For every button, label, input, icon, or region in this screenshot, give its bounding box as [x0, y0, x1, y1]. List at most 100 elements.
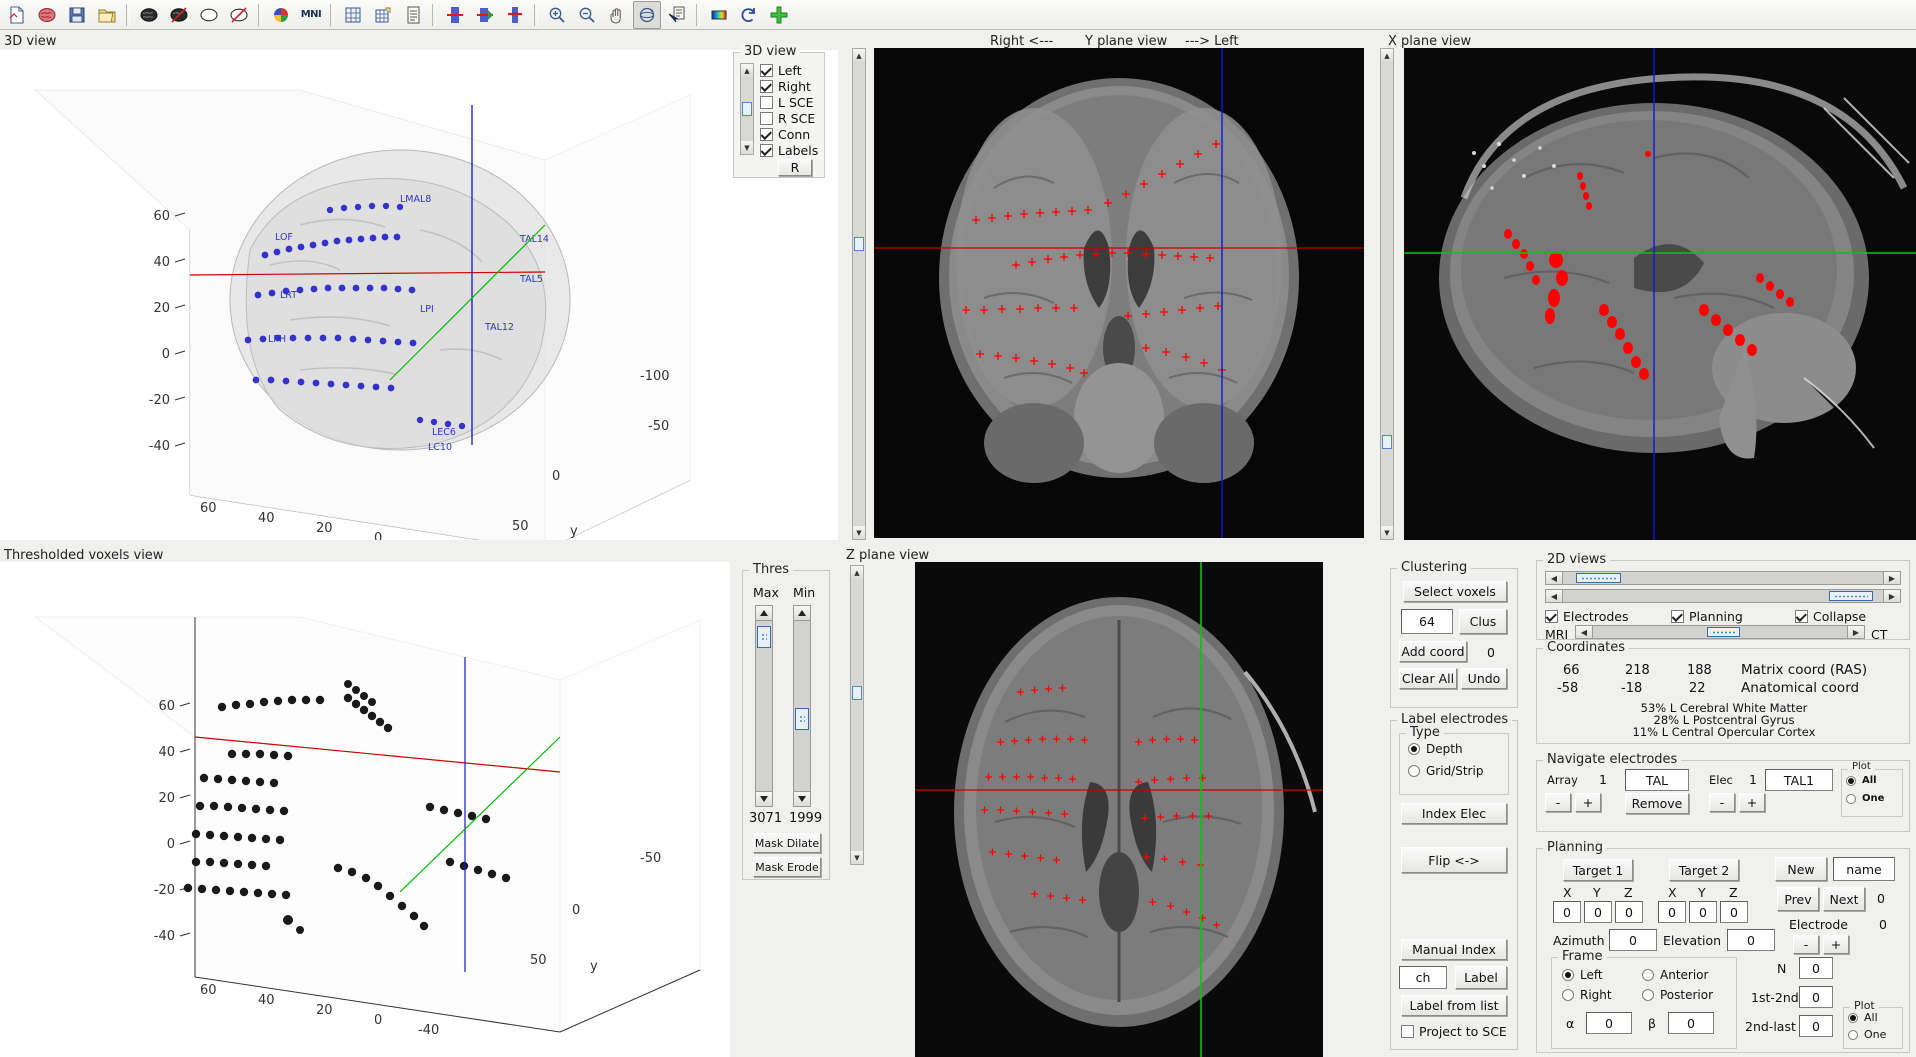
project-to-sce-checkbox[interactable]: Project to SCE [1401, 1024, 1507, 1039]
array-plus-button[interactable]: + [1575, 793, 1601, 812]
min-slider-up-arrow[interactable] [794, 606, 810, 621]
elec-name-input[interactable]: TAL1 [1765, 769, 1833, 791]
clus-button[interactable]: Clus [1459, 609, 1507, 634]
z-plane-scrollbar[interactable]: ▲ ▼ [850, 565, 864, 865]
save-icon[interactable] [63, 1, 91, 29]
remove-array-button[interactable]: Remove [1625, 793, 1689, 814]
scroll-down-arrow[interactable]: ▼ [741, 141, 753, 154]
scroll-thumb[interactable] [742, 102, 752, 116]
pan-hand-icon[interactable] [603, 1, 631, 29]
max-slider-up-arrow[interactable] [756, 606, 772, 621]
scroll-down-arrow[interactable]: ▼ [851, 851, 863, 864]
view3d-canvas[interactable]: 60 40 20 0 -20 -40 60 40 20 0 -100 -50 0… [0, 50, 838, 554]
target2-x-input[interactable]: 0 [1658, 901, 1686, 923]
hull-off-icon[interactable] [225, 1, 253, 29]
navigate-plot-one[interactable]: One [1846, 793, 1884, 804]
views2d-slider-1[interactable]: ◀ ▶ [1545, 571, 1901, 585]
brain-dark-off-icon[interactable] [165, 1, 193, 29]
mri-ct-right-arrow[interactable]: ▶ [1847, 626, 1864, 638]
beta-input[interactable]: 0 [1668, 1012, 1714, 1034]
max-slider-down-arrow[interactable] [756, 791, 772, 806]
scroll-up-arrow[interactable]: ▲ [851, 566, 863, 579]
slider1-left-arrow[interactable]: ◀ [1546, 572, 1563, 584]
frame-left-radio[interactable]: Left [1562, 968, 1603, 982]
elec-plus-button[interactable]: + [1739, 793, 1765, 812]
first-second-input[interactable]: 0 [1799, 986, 1833, 1008]
checkbox-conn[interactable]: Conn [760, 127, 810, 142]
target2-button[interactable]: Target 2 [1669, 859, 1739, 881]
electrode-plus-button[interactable]: + [1823, 935, 1849, 954]
data-cursor-icon[interactable] [663, 1, 691, 29]
crosshair-red-icon[interactable] [471, 1, 499, 29]
prev-button[interactable]: Prev [1777, 887, 1819, 911]
marker-red-icon[interactable] [501, 1, 529, 29]
thres-max-slider[interactable] [755, 605, 773, 807]
checkbox-electrodes[interactable]: Electrodes [1545, 609, 1629, 624]
min-slider-down-arrow[interactable] [794, 791, 810, 806]
radio-depth[interactable]: Depth [1408, 742, 1463, 756]
y-plane-image[interactable] [874, 48, 1364, 538]
elec-minus-button[interactable]: - [1709, 793, 1735, 812]
next-button[interactable]: Next [1823, 887, 1865, 911]
slider2-track[interactable] [1563, 590, 1883, 602]
new-file-icon[interactable] [3, 1, 31, 29]
index-elec-button[interactable]: Index Elec [1401, 803, 1507, 824]
select-voxels-button[interactable]: Select voxels [1403, 581, 1507, 602]
views2d-slider-2[interactable]: ◀ ▶ [1545, 589, 1901, 603]
hull-icon[interactable] [195, 1, 223, 29]
scroll-up-arrow[interactable]: ▲ [853, 49, 865, 62]
electrode-minus-button[interactable]: - [1793, 935, 1819, 954]
checkbox-collapse[interactable]: Collapse [1795, 609, 1866, 624]
frame-right-radio[interactable]: Right [1562, 988, 1612, 1002]
thresholded-canvas[interactable]: 60 40 20 0 -20 -40 60 40 20 0 -40 -50 0 … [0, 562, 730, 1057]
mask-erode-button[interactable]: Mask Erode [753, 857, 821, 877]
slider2-left-arrow[interactable]: ◀ [1546, 590, 1563, 602]
target2-z-input[interactable]: 0 [1720, 901, 1748, 923]
grid-folder-icon[interactable] [369, 1, 397, 29]
scroll-thumb[interactable] [1382, 435, 1392, 449]
navigate-plot-all[interactable]: All [1846, 775, 1877, 786]
y-plane-scrollbar[interactable]: ▲ ▼ [852, 48, 866, 540]
undo-button[interactable]: Undo [1461, 668, 1507, 689]
name-input[interactable]: name [1833, 857, 1895, 881]
add-coord-button[interactable]: Add coord [1399, 641, 1467, 662]
slider1-track[interactable] [1563, 572, 1883, 584]
zoom-out-icon[interactable] [573, 1, 601, 29]
azimuth-input[interactable]: 0 [1609, 929, 1657, 951]
z-plane-image[interactable] [915, 562, 1323, 1057]
color-parcellation-icon[interactable] [267, 1, 295, 29]
grid-icon[interactable] [339, 1, 367, 29]
target1-x-input[interactable]: 0 [1553, 901, 1581, 923]
checkbox-planning[interactable]: Planning [1671, 609, 1743, 624]
slider1-right-arrow[interactable]: ▶ [1883, 572, 1900, 584]
colormap-icon[interactable] [705, 1, 733, 29]
frame-posterior-radio[interactable]: Posterior [1642, 988, 1713, 1002]
rotate-3d-icon[interactable] [633, 0, 661, 29]
target1-button[interactable]: Target 1 [1563, 859, 1633, 881]
x-plane-scrollbar[interactable]: ▲ ▼ [1380, 48, 1394, 540]
brain-icon[interactable] [33, 1, 61, 29]
open-folder-icon[interactable] [93, 1, 121, 29]
frame-anterior-radio[interactable]: Anterior [1642, 968, 1708, 982]
list-icon[interactable] [399, 1, 427, 29]
target1-z-input[interactable]: 0 [1615, 901, 1643, 923]
checkbox-l-sce[interactable]: L SCE [760, 95, 814, 110]
slider2-right-arrow[interactable]: ▶ [1883, 590, 1900, 602]
view3d-list-scrollbar[interactable]: ▲ ▼ [740, 63, 754, 155]
thres-min-slider[interactable] [793, 605, 811, 807]
zoom-in-icon[interactable] [543, 1, 571, 29]
r-button[interactable]: R [778, 159, 812, 176]
mri-ct-left-arrow[interactable]: ◀ [1576, 626, 1593, 638]
scroll-down-arrow[interactable]: ▼ [853, 526, 865, 539]
cluster-size-input[interactable]: 64 [1401, 609, 1453, 634]
x-plane-image[interactable] [1404, 48, 1916, 540]
clear-all-button[interactable]: Clear All [1399, 668, 1457, 689]
mni-label-icon[interactable]: MNI [297, 1, 325, 29]
n-input[interactable]: 0 [1799, 957, 1833, 979]
checkbox-left[interactable]: Left [760, 63, 802, 78]
alpha-input[interactable]: 0 [1586, 1012, 1632, 1034]
second-last-input[interactable]: 0 [1799, 1015, 1833, 1037]
elevation-input[interactable]: 0 [1727, 929, 1775, 951]
refresh-icon[interactable] [735, 1, 763, 29]
mask-dilate-button[interactable]: Mask Dilate [753, 833, 821, 853]
